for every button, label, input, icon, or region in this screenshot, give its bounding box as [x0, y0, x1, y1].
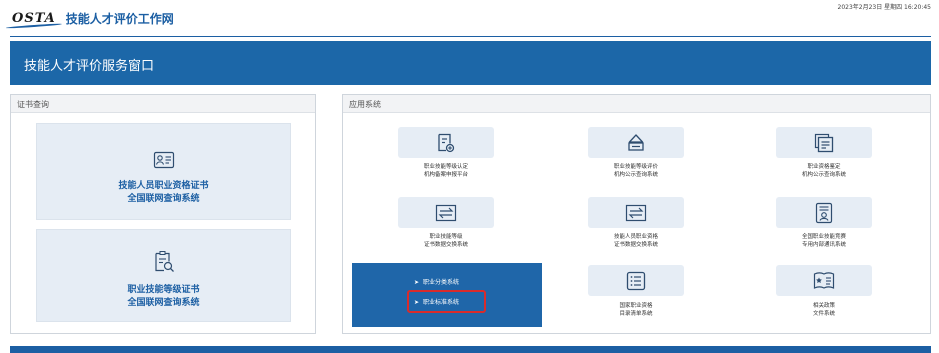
document-add-icon: [438, 133, 455, 152]
app-label: 职业技能等级 证书数据交换系统: [423, 234, 468, 248]
arrow-right-icon: ➤: [414, 279, 420, 286]
bell-icon: [628, 133, 644, 151]
app-card-level-recognition[interactable]: [398, 127, 494, 158]
site-logo[interactable]: OSTA 技能人才评价工作网: [10, 10, 174, 27]
app-label: 技能人员职业资格 证书数据交换系统: [613, 234, 658, 248]
app-panel-title: 应用系统: [343, 95, 930, 113]
document-person-icon: [815, 202, 833, 223]
osta-logo-icon: OSTA: [12, 11, 56, 26]
app-label: 职业资格鉴定 机构公示查询系统: [801, 164, 846, 178]
app-card-policy-documents[interactable]: [776, 265, 872, 296]
cert-card-line2: 全国联网查询系统: [127, 194, 200, 204]
cert-card-qualification[interactable]: 技能人员职业资格证书 全国联网查询系统: [36, 123, 291, 220]
service-banner: 技能人才评价服务窗口: [10, 41, 931, 85]
list-icon: [626, 271, 646, 290]
cert-card-line2: 全国联网查询系统: [127, 298, 200, 308]
cert-panel-title: 证书查询: [11, 95, 315, 113]
app-card-level-cert-exchange[interactable]: [398, 197, 494, 228]
top-bar: OSTA 技能人才评价工作网 2023年2月23日 星期四 16:20:45: [0, 0, 939, 34]
app-systems-panel: 应用系统 职业技能等级认定 机构备案申报平台 职业技能等级评价 机构公示查询系统: [342, 94, 931, 334]
certificate-person-icon: [153, 151, 174, 169]
app-card-qualification-cert-exchange[interactable]: [588, 197, 684, 228]
cert-card-line1: 技能人员职业资格证书: [118, 181, 209, 191]
selection-highlight: [407, 290, 486, 313]
app-card-level-evaluation[interactable]: [588, 127, 684, 158]
occupation-sub-panel: ➤ 职业分类系统 ➤ 职业标准系统: [352, 263, 542, 327]
footer-bar: [10, 346, 931, 353]
site-title: 技能人才评价工作网: [65, 12, 174, 26]
current-datetime: 2023年2月23日 星期四 16:20:45: [837, 4, 931, 11]
app-label: 全国职业技能竞赛 专用内部通讯系统: [801, 234, 846, 248]
app-label: 国家职业资格 目录清单系统: [619, 303, 653, 317]
app-label: 职业技能等级评价 机构公示查询系统: [613, 164, 658, 178]
app-label: 相关政策 文件系统: [812, 303, 835, 317]
star-book-icon: [813, 271, 835, 289]
occupation-classification-link[interactable]: ➤ 职业分类系统: [414, 277, 459, 286]
exchange-icon: [625, 204, 647, 221]
document-search-icon: [154, 251, 174, 272]
cert-card-line1: 职业技能等级证书: [127, 285, 200, 295]
header-divider: [10, 36, 931, 37]
app-card-competition-comms[interactable]: [776, 197, 872, 228]
cert-card-skill-level[interactable]: 职业技能等级证书 全国联网查询系统: [36, 229, 291, 322]
banner-title: 技能人才评价服务窗口: [24, 59, 155, 74]
exchange-icon: [435, 204, 457, 221]
documents-icon: [814, 133, 834, 152]
app-label: 职业技能等级认定 机构备案申报平台: [423, 164, 468, 178]
app-card-qualification-appraisal[interactable]: [776, 127, 872, 158]
cert-query-panel: 证书查询 技能人员职业资格证书 全国联网查询系统 职业技能等级证书 全国联网查询…: [10, 94, 316, 334]
app-card-qualification-catalog[interactable]: [588, 265, 684, 296]
